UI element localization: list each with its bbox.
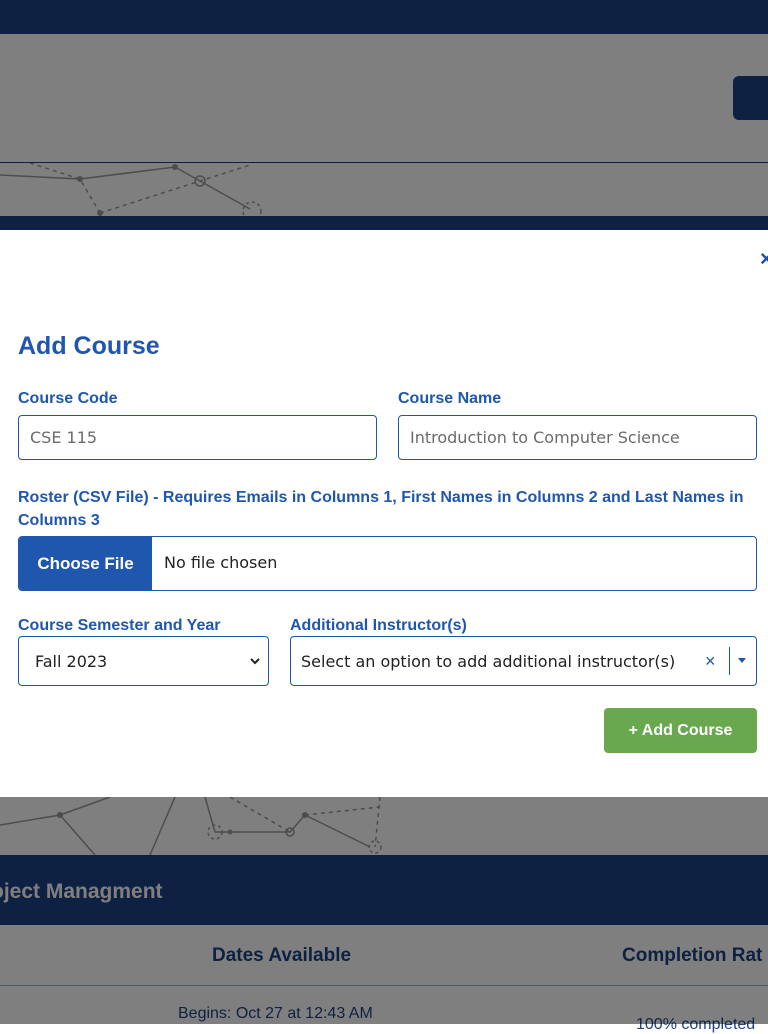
semester-selected-value: Fall 2023 [35, 652, 108, 671]
semester-select[interactable]: Fall 2023 [18, 636, 269, 686]
semester-label: Course Semester and Year [18, 617, 221, 634]
course-name-input[interactable] [398, 415, 757, 460]
instructors-label: Additional Instructor(s) [290, 617, 467, 634]
modal-title: Add Course [18, 332, 160, 360]
roster-file-input[interactable]: Choose File No file chosen [18, 536, 757, 591]
course-code-input[interactable] [18, 415, 377, 460]
course-name-label: Course Name [398, 390, 502, 407]
add-course-button[interactable]: + Add Course [604, 708, 757, 753]
add-course-modal: × Add Course Course Code Course Name Ros… [0, 230, 768, 797]
select-divider [729, 647, 730, 675]
choose-file-button[interactable]: Choose File [19, 537, 152, 590]
close-icon[interactable]: × [760, 248, 768, 270]
caret-down-icon[interactable] [738, 658, 746, 663]
course-code-label: Course Code [18, 390, 118, 407]
roster-label: Roster (CSV File) - Requires Emails in C… [18, 489, 744, 529]
file-status: No file chosen [164, 553, 278, 572]
instructors-select[interactable]: Select an option to add additional instr… [290, 636, 757, 686]
clear-icon[interactable]: × [705, 651, 716, 672]
instructors-placeholder: Select an option to add additional instr… [301, 652, 676, 671]
chevron-down-icon [249, 654, 261, 672]
